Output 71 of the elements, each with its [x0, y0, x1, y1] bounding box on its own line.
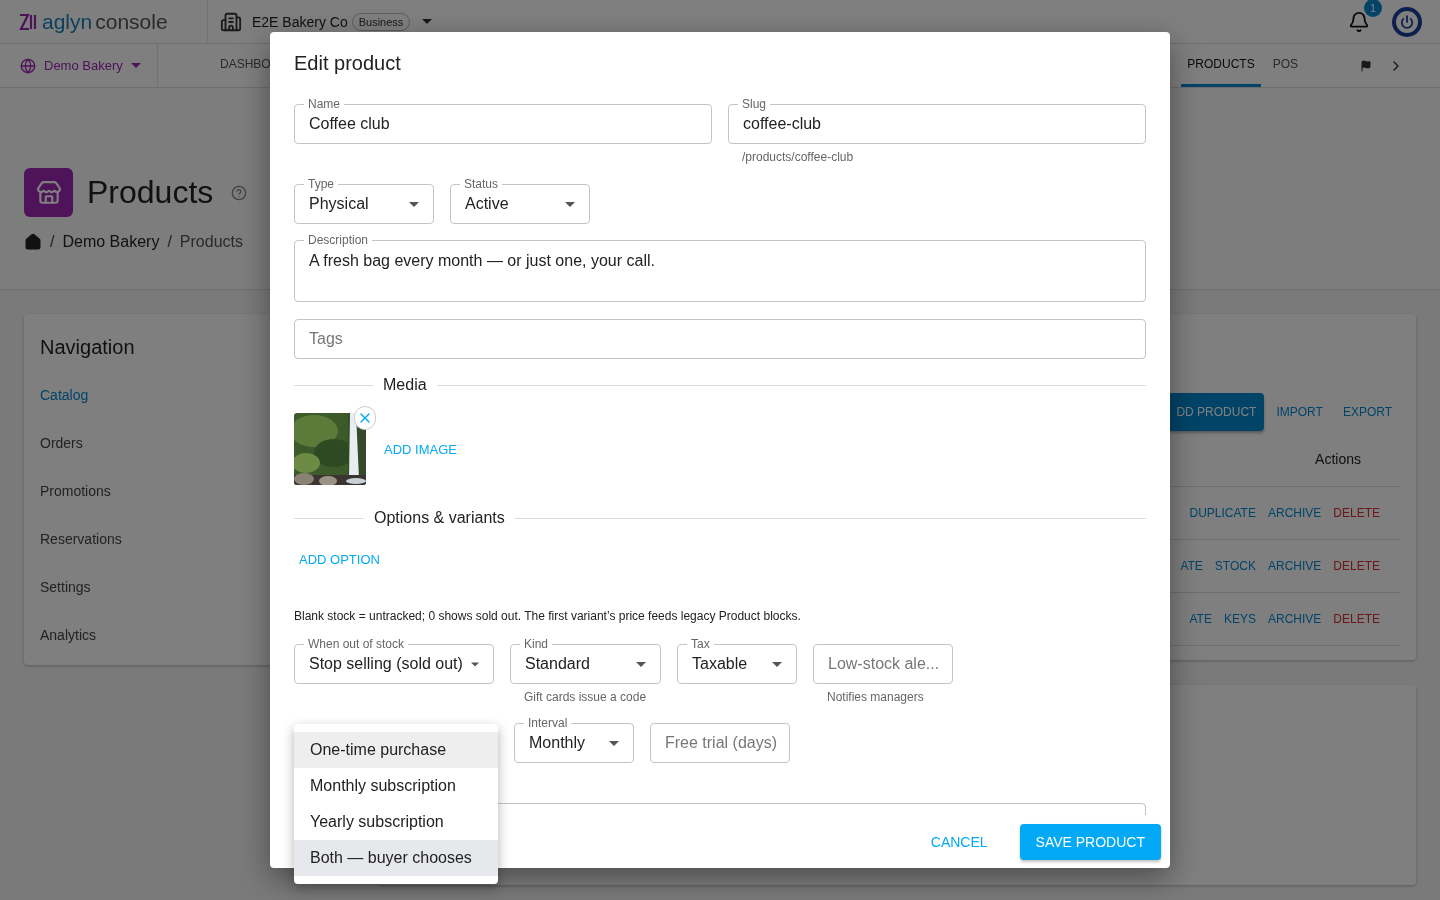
helper-text: /products/coffee-club [742, 150, 855, 164]
helper-text: Notifies managers [827, 690, 925, 704]
caret-icon [409, 201, 419, 207]
row-action[interactable]: ARCHIVE [1267, 506, 1322, 520]
section-heading: Media [383, 376, 427, 394]
building-icon [220, 10, 242, 33]
power-avatar[interactable] [1392, 6, 1422, 37]
menu-item[interactable]: Monthly subscription [294, 768, 498, 804]
notifications-icon[interactable] [1348, 10, 1370, 33]
field-label: When out of stock [304, 637, 409, 651]
nav-item[interactable]: Catalog [40, 387, 89, 435]
row-action[interactable]: ARCHIVE [1267, 612, 1322, 626]
field-label: Interval [524, 716, 572, 730]
column-header: Actions [1315, 450, 1361, 467]
row-action[interactable]: DELETE [1333, 612, 1380, 626]
row-action[interactable]: DUPLICATE [1189, 506, 1256, 520]
page-title: Products [87, 174, 214, 211]
toolbar-button[interactable]: EXPORT [1334, 393, 1400, 431]
breadcrumb-item[interactable]: Demo Bakery [62, 233, 160, 251]
nav-item[interactable]: Orders [40, 435, 83, 483]
stock-note: Blank stock = untracked; 0 shows sold out. The first variant’s price feeds legacy Product blocks. [294, 609, 802, 623]
remove-image-button[interactable] [354, 406, 376, 430]
menu-item[interactable]: Yearly subscription [294, 804, 498, 840]
globe-icon [20, 57, 36, 74]
nav-item[interactable]: Reservations [40, 531, 122, 579]
row-action[interactable]: DELETE [1333, 506, 1380, 520]
menu-item[interactable]: Both — buyer chooses [294, 840, 498, 876]
toolbar-button[interactable]: IMPORT [1268, 393, 1331, 431]
row-action[interactable]: ATE [1189, 612, 1212, 626]
store-icon [24, 168, 73, 217]
breadcrumb-separator: / [167, 233, 172, 251]
row-action[interactable]: DELETE [1333, 559, 1380, 573]
notification-badge: 1 [1364, 0, 1382, 17]
field-label: Kind [520, 637, 553, 651]
row-action[interactable]: ATE [1180, 559, 1203, 573]
save-button[interactable]: SAVE PRODUCT [1019, 823, 1161, 860]
dialog-title: Edit product [293, 51, 402, 76]
flag-icon[interactable] [1360, 59, 1372, 72]
card-title: Navigation [40, 336, 135, 359]
breadcrumb-item[interactable]: Products [179, 233, 243, 251]
field-label: Slug [738, 97, 771, 111]
row-action[interactable]: ARCHIVE [1267, 559, 1322, 573]
logo-icon [18, 11, 38, 32]
add-image-button[interactable]: ADD IMAGE [379, 433, 462, 465]
home-icon[interactable] [24, 233, 42, 251]
nav-item[interactable]: Analytics [40, 627, 97, 675]
nav-item[interactable]: Settings [40, 579, 91, 627]
org-name[interactable]: E2E Bakery Co [252, 13, 348, 30]
toolbar-button[interactable]: DD PRODUCT [1168, 393, 1265, 431]
caret-icon [565, 201, 575, 207]
nav-tab[interactable]: POS [1266, 44, 1304, 87]
field-label: Type [304, 177, 338, 191]
section-heading: Options & variants [374, 509, 505, 527]
logo-text: aglyn console [42, 9, 168, 34]
row-action[interactable]: STOCK [1214, 559, 1256, 573]
helper-text: Gift cards issue a code [524, 690, 648, 704]
caret-icon [130, 63, 141, 68]
caret-icon [422, 19, 433, 24]
breadcrumb-separator: / [50, 233, 55, 251]
field-label: Tax [687, 637, 714, 651]
row-action[interactable]: KEYS [1223, 612, 1256, 626]
field-label: Name [304, 97, 344, 111]
help-icon[interactable] [231, 184, 248, 201]
caret-icon [609, 740, 619, 746]
site-menu[interactable]: Demo Bakery [0, 44, 158, 87]
cancel-button[interactable]: CANCEL [914, 823, 1004, 860]
nav-item[interactable]: Promotions [40, 483, 111, 531]
menu-item[interactable]: One-time purchase [294, 732, 498, 768]
field-label: Description [304, 233, 373, 247]
field-label: Status [460, 177, 503, 191]
add-option-button[interactable]: ADD OPTION [294, 544, 385, 575]
